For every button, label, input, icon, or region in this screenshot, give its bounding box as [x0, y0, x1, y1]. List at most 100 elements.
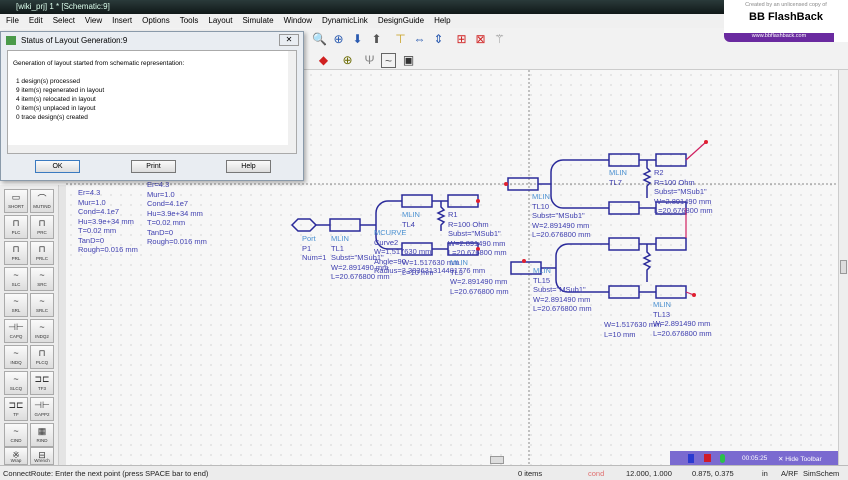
dialog-message-area: Generation of layout started from schema…	[7, 50, 297, 154]
close-icon[interactable]: ✕	[279, 34, 299, 46]
menu-insert[interactable]: Insert	[112, 16, 132, 26]
tl3-label-2: MLIN TL3 W=2.891490 mm L=20.676800 mm	[450, 258, 509, 296]
status-mode: A/RF	[781, 469, 799, 478]
dialog-line: 0 trace design(s) created	[16, 114, 88, 121]
palette-capq[interactable]: ⊣⊢ CAPQ	[4, 319, 28, 343]
palette-wrap[interactable]: ※ Wrap	[4, 447, 28, 465]
dialog-title: Status of Layout Generation:9	[21, 36, 128, 45]
dialog-line: 1 design(s) processed	[16, 78, 80, 85]
cind-icon: ~	[13, 426, 19, 436]
palette-tf[interactable]: ⊐⊏ TF	[4, 397, 28, 421]
menu-designguide[interactable]: DesignGuide	[378, 16, 424, 26]
palette-prc[interactable]: ⊓ PRC	[30, 215, 54, 239]
watermark-text: Created by an unlicensed copy of	[745, 2, 827, 8]
status-cond: cond	[588, 469, 605, 478]
recorder-toolbar: 00:05:25 ✕ Hide Toolbar	[670, 451, 838, 466]
palette-wrench[interactable]: ⊟ Wrench	[30, 447, 54, 465]
palette-srlc[interactable]: ~ SRLC	[30, 293, 54, 317]
dialog-line: 0 item(s) unplaced in layout	[16, 105, 96, 112]
dialog-title-bar[interactable]: Status of Layout Generation:9	[1, 32, 303, 50]
dialog-hscroll[interactable]	[8, 145, 296, 153]
palette-slc[interactable]: ~ SLC	[4, 267, 28, 291]
grid-icon[interactable]: ⊞	[454, 32, 469, 47]
palette-slcq[interactable]: ~ SLCQ	[4, 371, 28, 395]
pause-icon[interactable]	[688, 454, 694, 463]
palette-plcq[interactable]: ⊓ PLCQ	[30, 345, 54, 369]
substrate-params-1: Er=4.3 Mur=1.0 Cond=4.1e7 Hu=3.9e+34 mm T=0.…	[78, 188, 138, 254]
tf3-icon: ⊐⊏	[34, 374, 50, 384]
port-p1-label: Port P1 Num=1	[302, 234, 327, 262]
palette-cind[interactable]: ~ CIND	[4, 423, 28, 447]
menu-help[interactable]: Help	[434, 16, 450, 26]
menu-select[interactable]: Select	[53, 16, 75, 26]
palette-scrollbar[interactable]	[58, 185, 66, 465]
palette-tf3[interactable]: ⊐⊏ TF3	[30, 371, 54, 395]
palette-prl[interactable]: ⊓ PRL	[4, 241, 28, 265]
dialog-line: 4 item(s) relocated in layout	[16, 96, 96, 103]
menu-layout[interactable]: Layout	[208, 16, 232, 26]
pin-name-icon[interactable]: ◆	[316, 53, 331, 68]
menu-simulate[interactable]: Simulate	[242, 16, 273, 26]
simulate-window-icon[interactable]: ~	[381, 53, 396, 68]
wand-icon[interactable]: ⚚	[492, 32, 507, 47]
vertical-scroll-thumb[interactable]	[840, 260, 847, 274]
tl13-label-2: MLIN TL13 W=2.891490 mm L=20.676800 mm	[653, 300, 712, 338]
rotate-icon[interactable]: ⇔	[412, 32, 427, 47]
menu-view[interactable]: View	[85, 16, 102, 26]
wrench-icon: ⊟	[38, 450, 46, 460]
record-icon[interactable]	[720, 454, 725, 463]
status-coord2: 0.875, 0.375	[692, 469, 734, 478]
ground-icon[interactable]: ⊕	[340, 53, 355, 68]
palette-indq2[interactable]: ~ INDQ2	[30, 319, 54, 343]
palette-short[interactable]: ▭ SHORT	[4, 189, 28, 213]
menu-dynamiclink[interactable]: DynamicLink	[322, 16, 368, 26]
data-display-icon[interactable]: ▣	[401, 53, 416, 68]
prl-icon: ⊓	[12, 244, 20, 254]
align-icon[interactable]: ⊤	[393, 32, 408, 47]
status-unit: in	[762, 469, 768, 478]
tune-icon[interactable]: Ψ	[362, 53, 377, 68]
plcq-icon: ⊓	[38, 348, 46, 358]
palette-plc[interactable]: ⊓ PLC	[4, 215, 28, 239]
vertical-scrollbar[interactable]	[838, 70, 848, 465]
hide-toolbar-button[interactable]: ✕ Hide Toolbar	[778, 455, 822, 463]
mirror-icon[interactable]: ⇕	[431, 32, 446, 47]
window-title: [wiki_prj] 1 * [Schematic:9]	[16, 2, 110, 11]
ok-button[interactable]: OK	[35, 160, 80, 173]
status-message: ConnectRoute: Enter the next point (pres…	[3, 469, 209, 478]
palette-srl[interactable]: ~ SRL	[4, 293, 28, 317]
menu-options[interactable]: Options	[142, 16, 170, 26]
palette-mutind[interactable]: ⌒ MUTIND	[30, 189, 54, 213]
deactivate-icon[interactable]: ⊠	[473, 32, 488, 47]
indq2-icon: ~	[39, 322, 45, 332]
palette-src[interactable]: ~ SRC	[30, 267, 54, 291]
palette-indq[interactable]: ~ INDQ	[4, 345, 28, 369]
bbflashback-watermark: Created by an unlicensed copy of BB Flas…	[724, 0, 848, 42]
print-button[interactable]: Print	[131, 160, 176, 173]
horizontal-scroll-thumb[interactable]	[490, 456, 504, 464]
gapp2-icon: ⊣⊢	[34, 400, 50, 410]
mutind-icon: ⌒	[37, 194, 47, 204]
palette-gapp2[interactable]: ⊣⊢ GAPP2	[30, 397, 54, 421]
zoom-icon[interactable]: 🔍	[312, 32, 327, 47]
help-button[interactable]: Help	[226, 160, 271, 173]
srlc-icon: ~	[39, 296, 45, 306]
menu-tools[interactable]: Tools	[180, 16, 199, 26]
r2-label: R2 R=100 Ohm Subst="MSub1" W=2.891490 mm L=2…	[654, 168, 713, 215]
push-down-icon[interactable]: ⬇	[350, 32, 365, 47]
capq-icon: ⊣⊢	[8, 322, 24, 332]
status-items: 0 items	[518, 469, 543, 478]
menu-window[interactable]: Window	[284, 16, 312, 26]
palette-prlc[interactable]: ⊓ PRLC	[30, 241, 54, 265]
recorder-time: 00:05:25	[742, 455, 768, 462]
menu-edit[interactable]: Edit	[29, 16, 43, 26]
rind-icon: ▦	[37, 426, 47, 436]
menu-file[interactable]: File	[6, 16, 19, 26]
pop-up-icon[interactable]: ⬆	[369, 32, 384, 47]
status-sim: SimSchem	[803, 469, 840, 478]
stop-icon[interactable]	[704, 454, 711, 462]
zoom-fit-icon[interactable]: ⊕	[331, 32, 346, 47]
dialog-vscroll[interactable]	[288, 51, 296, 153]
tl10-label: MLIN TL10 Subst="MSub1" W=2.891490 mm L=20.6…	[532, 192, 591, 239]
palette-rind[interactable]: ▦ RIND	[30, 423, 54, 447]
